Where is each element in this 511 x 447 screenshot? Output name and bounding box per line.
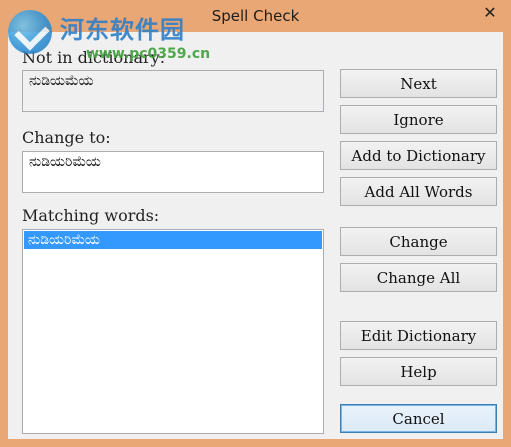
not-in-dictionary-field: ನುಡಿಯಮೆಯ	[22, 70, 324, 112]
dialog-body: Not in dictionary: ನುಡಿಯಮೆಯ Change to: ನ…	[8, 32, 503, 439]
next-button[interactable]: Next	[340, 69, 497, 98]
add-all-words-button[interactable]: Add All Words	[340, 177, 497, 206]
change-button[interactable]: Change	[340, 227, 497, 256]
change-to-label: Change to:	[22, 128, 111, 147]
cancel-button[interactable]: Cancel	[340, 404, 497, 433]
window-title: Spell Check	[211, 7, 300, 25]
change-to-input[interactable]: ನುಡಿಯರಿಮೆಯ	[22, 151, 324, 193]
ignore-button[interactable]: Ignore	[340, 105, 497, 134]
list-item[interactable]: ನುಡಿಯರಿಮೆಯ	[24, 231, 322, 249]
matching-words-list[interactable]: ನುಡಿಯರಿಮೆಯ	[22, 229, 324, 434]
edit-dictionary-button[interactable]: Edit Dictionary	[340, 321, 497, 350]
title-bar[interactable]: Spell Check ✕	[0, 0, 511, 32]
spell-check-window: Spell Check ✕ Not in dictionary: ನುಡಿಯಮೆ…	[0, 0, 511, 447]
matching-words-label: Matching words:	[22, 206, 160, 225]
add-to-dictionary-button[interactable]: Add to Dictionary	[340, 141, 497, 170]
help-button[interactable]: Help	[340, 357, 497, 386]
change-all-button[interactable]: Change All	[340, 263, 497, 292]
close-button[interactable]: ✕	[475, 0, 505, 24]
close-icon: ✕	[483, 2, 497, 22]
not-in-dictionary-label: Not in dictionary:	[22, 48, 166, 67]
